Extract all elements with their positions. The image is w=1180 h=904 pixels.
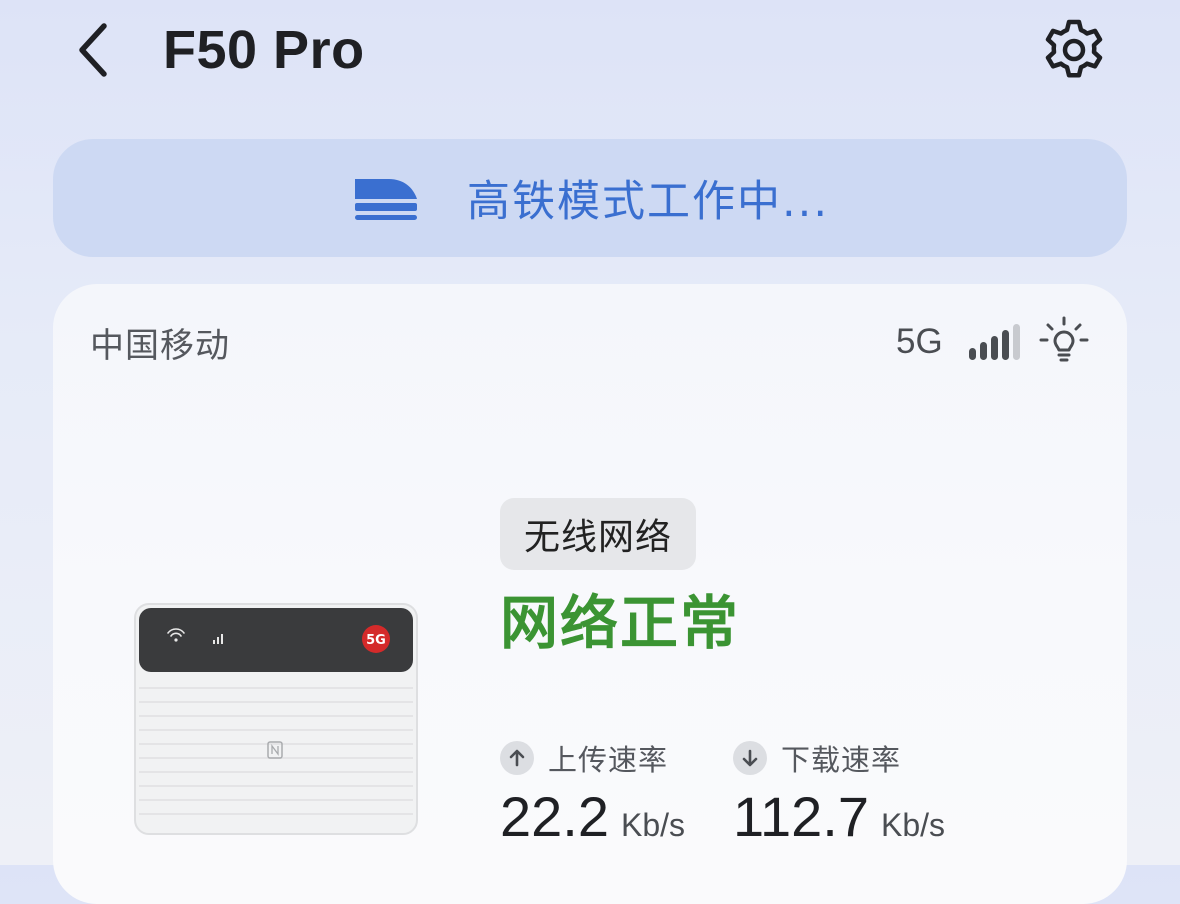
carrier-name: 中国移动: [90, 326, 230, 366]
download-rate-value: 112.7: [733, 785, 869, 848]
high-speed-rail-mode-banner[interactable]: 高铁模式工作中...: [53, 139, 1127, 257]
back-button[interactable]: [62, 18, 122, 82]
upload-rate-label: 上传速率: [548, 743, 669, 777]
device-status-card[interactable]: 中国移动 5G 5G 无线网络 网络正常 上传速率 22.2 Kb/s 下载速率…: [53, 284, 1127, 904]
train-icon: [354, 179, 417, 220]
top-bar: F50 Pro: [0, 0, 1180, 110]
lightbulb-icon[interactable]: [1039, 316, 1089, 366]
mode-status-text: 高铁模式工作中...: [466, 177, 829, 227]
page-title: F50 Pro: [163, 20, 365, 80]
gear-icon: [1045, 19, 1103, 78]
arrow-down-icon: [733, 741, 767, 775]
device-badge-text: 5G: [366, 633, 386, 648]
chevron-left-icon: [79, 23, 107, 77]
upload-rate: 上传速率 22.2 Kb/s: [500, 736, 685, 849]
connection-status: 网络正常: [500, 589, 741, 657]
download-rate: 下载速率 112.7 Kb/s: [733, 736, 945, 849]
download-rate-label: 下载速率: [781, 743, 902, 777]
settings-button[interactable]: [1036, 12, 1112, 88]
upload-rate-value: 22.2: [500, 785, 609, 848]
signal-bars-icon: [969, 324, 1020, 360]
arrow-up-icon: [500, 741, 534, 775]
network-type: 5G: [896, 322, 943, 361]
connection-type-tag: 无线网络: [500, 498, 697, 570]
download-rate-unit: Kb/s: [880, 807, 946, 843]
router-device-image: 5G: [134, 603, 418, 835]
upload-rate-unit: Kb/s: [621, 807, 686, 843]
